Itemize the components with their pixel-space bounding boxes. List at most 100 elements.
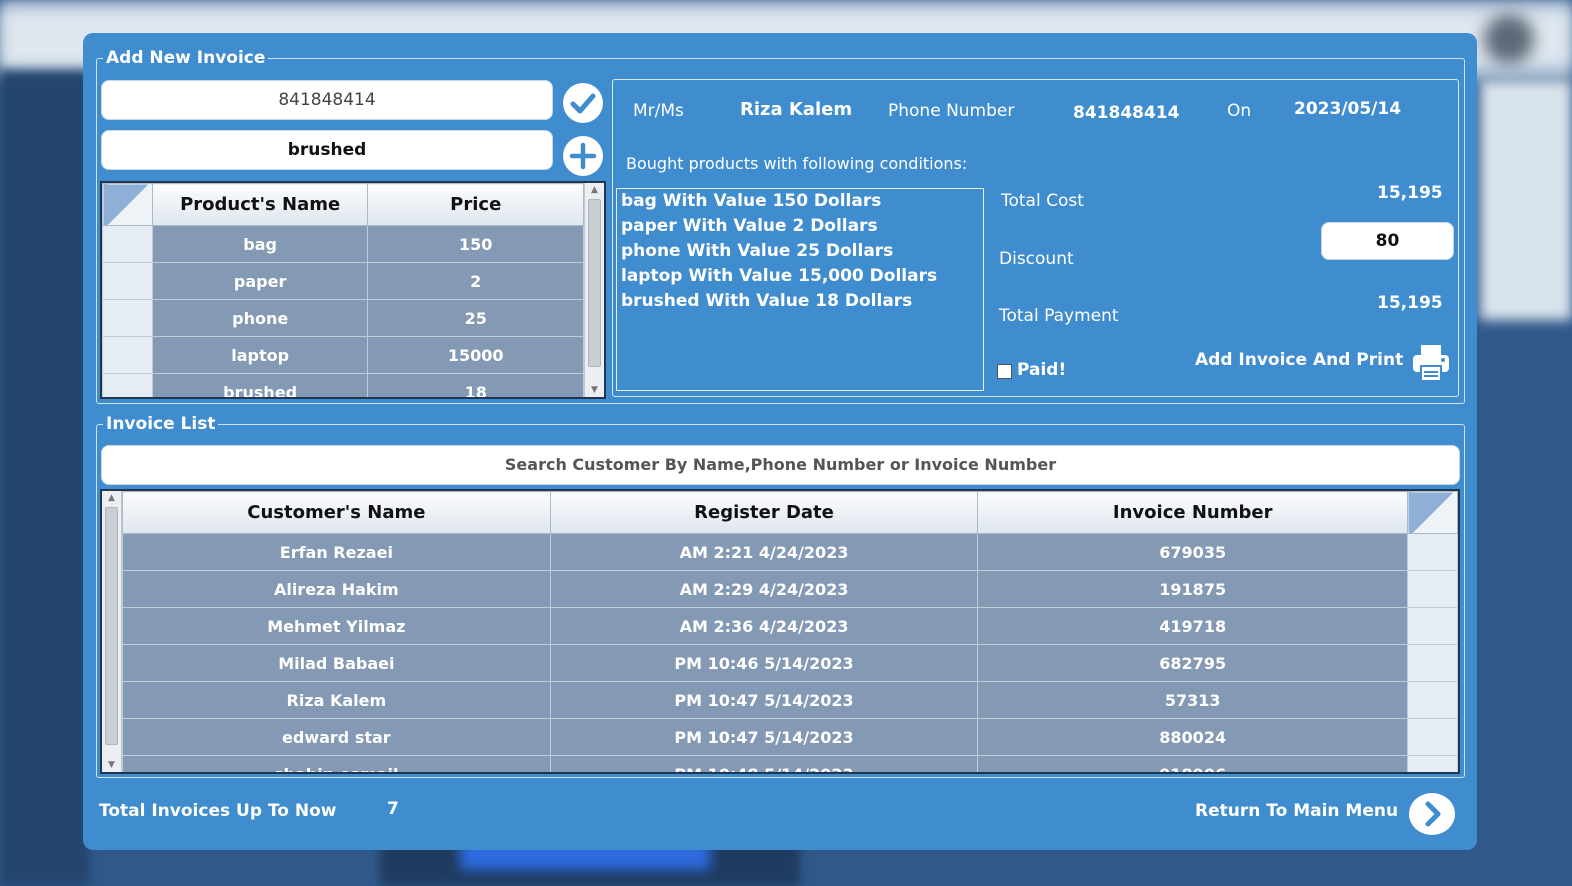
scroll-down-icon[interactable]: ▼ — [102, 758, 121, 772]
plus-icon — [564, 137, 602, 175]
add-invoice-title: Add New Invoice — [103, 47, 269, 69]
row-header[interactable] — [102, 336, 153, 374]
row-header[interactable] — [1407, 607, 1458, 645]
add-invoice-print-label[interactable]: Add Invoice And Print — [1195, 349, 1403, 371]
row-header[interactable] — [102, 262, 153, 300]
bought-products-list[interactable]: bag With Value 150 Dollars paper With Va… — [616, 188, 984, 391]
list-item: laptop With Value 15,000 Dollars — [621, 266, 938, 286]
table-row[interactable]: bag 150 — [102, 225, 584, 263]
table-row[interactable]: edward star PM 10:47 5/14/2023 880024 — [122, 718, 1458, 756]
scroll-down-icon[interactable]: ▼ — [585, 383, 604, 397]
product-input[interactable]: brushed — [101, 130, 553, 170]
invoice-number-cell[interactable]: 682795 — [977, 644, 1409, 682]
scroll-up-icon[interactable]: ▲ — [102, 491, 121, 505]
column-header-product-name[interactable]: Product's Name — [151, 183, 369, 226]
phone-input[interactable]: 841848414 — [101, 80, 553, 120]
scroll-thumb[interactable] — [105, 507, 118, 745]
invoice-number-cell[interactable]: 57313 — [977, 681, 1409, 719]
register-date-cell[interactable]: AM 2:36 4/24/2023 — [549, 607, 979, 645]
customer-name-cell[interactable]: Mehmet Yilmaz — [122, 607, 551, 645]
table-row[interactable]: Erfan Rezaei AM 2:21 4/24/2023 679035 — [122, 533, 1458, 571]
invoices-scrollbar[interactable]: ▲ ▼ — [102, 491, 122, 772]
price-cell[interactable]: 150 — [367, 225, 584, 263]
column-header-invoice-number[interactable]: Invoice Number — [977, 491, 1409, 534]
invoice-number-cell[interactable]: 419718 — [977, 607, 1409, 645]
row-header[interactable] — [102, 225, 153, 263]
scroll-thumb[interactable] — [588, 199, 601, 367]
product-name-cell[interactable]: phone — [151, 299, 369, 337]
conditions-label: Bought products with following condition… — [626, 154, 968, 173]
table-row[interactable]: Alireza Hakim AM 2:29 4/24/2023 191875 — [122, 570, 1458, 608]
customer-name-cell[interactable]: Riza Kalem — [122, 681, 551, 719]
table-row[interactable]: Milad Babaei PM 10:46 5/14/2023 682795 — [122, 644, 1458, 682]
background-blur — [0, 70, 90, 886]
customer-name-cell[interactable]: Alireza Hakim — [122, 570, 551, 608]
return-main-menu-button[interactable] — [1409, 793, 1455, 835]
print-button[interactable] — [1410, 341, 1452, 383]
price-cell[interactable]: 2 — [367, 262, 584, 300]
product-name-cell[interactable]: brushed — [151, 373, 369, 397]
table-row[interactable]: Riza Kalem PM 10:47 5/14/2023 57313 — [122, 681, 1458, 719]
table-row[interactable]: shahin esmail PM 10:48 5/14/2023 918906 — [122, 755, 1458, 772]
table-row[interactable]: Mehmet Yilmaz AM 2:36 4/24/2023 419718 — [122, 607, 1458, 645]
table-row[interactable]: laptop 15000 — [102, 336, 584, 374]
invoice-number-cell[interactable]: 918906 — [977, 755, 1409, 772]
add-product-button[interactable] — [563, 136, 603, 176]
product-name-cell[interactable]: bag — [151, 225, 369, 263]
column-header-price[interactable]: Price — [367, 183, 584, 226]
search-input[interactable]: Search Customer By Name,Phone Number or … — [101, 445, 1460, 485]
paid-checkbox[interactable] — [997, 364, 1012, 379]
table-row[interactable]: brushed 18 — [102, 373, 584, 397]
row-header[interactable] — [102, 373, 153, 397]
products-scrollbar[interactable]: ▲ ▼ — [584, 183, 604, 397]
check-icon — [564, 84, 602, 122]
grid-corner[interactable] — [102, 183, 153, 226]
scroll-up-icon[interactable]: ▲ — [585, 183, 604, 197]
row-header[interactable] — [1407, 570, 1458, 608]
discount-label: Discount — [999, 249, 1074, 269]
row-header[interactable] — [1407, 644, 1458, 682]
row-header[interactable] — [1407, 681, 1458, 719]
invoice-window: Add New Invoice 841848414 brushed Produc… — [83, 33, 1477, 850]
row-header[interactable] — [1407, 533, 1458, 571]
product-name-cell[interactable]: laptop — [151, 336, 369, 374]
register-date-cell[interactable]: AM 2:21 4/24/2023 — [549, 533, 979, 571]
register-date-cell[interactable]: PM 10:47 5/14/2023 — [549, 681, 979, 719]
invoice-number-cell[interactable]: 679035 — [977, 533, 1409, 571]
invoice-number-cell[interactable]: 191875 — [977, 570, 1409, 608]
row-header[interactable] — [102, 299, 153, 337]
column-header-customer-name[interactable]: Customer's Name — [122, 491, 551, 534]
register-date-cell[interactable]: PM 10:47 5/14/2023 — [549, 718, 979, 756]
price-cell[interactable]: 18 — [367, 373, 584, 397]
table-row[interactable]: phone 25 — [102, 299, 584, 337]
return-main-menu-label[interactable]: Return To Main Menu — [1195, 800, 1398, 822]
customer-name-cell[interactable]: Erfan Rezaei — [122, 533, 551, 571]
phone-label: Phone Number — [888, 101, 1015, 121]
discount-input[interactable]: 80 — [1321, 222, 1454, 260]
register-date-cell[interactable]: PM 10:48 5/14/2023 — [549, 755, 979, 772]
row-header[interactable] — [1407, 718, 1458, 756]
printer-icon — [1413, 345, 1449, 382]
register-date-cell[interactable]: PM 10:46 5/14/2023 — [549, 644, 979, 682]
invoice-list-title: Invoice List — [103, 413, 219, 435]
total-cost-value: 15,195 — [1377, 183, 1443, 203]
total-cost-label: Total Cost — [1001, 191, 1084, 211]
price-cell[interactable]: 15000 — [367, 336, 584, 374]
register-date-cell[interactable]: AM 2:29 4/24/2023 — [549, 570, 979, 608]
paid-label: Paid! — [1017, 360, 1067, 380]
customer-name-cell[interactable]: shahin esmail — [122, 755, 551, 772]
background-blur — [1480, 80, 1572, 320]
customer-name-cell[interactable]: edward star — [122, 718, 551, 756]
column-header-register-date[interactable]: Register Date — [549, 491, 979, 534]
confirm-button[interactable] — [563, 83, 603, 123]
product-name-cell[interactable]: paper — [151, 262, 369, 300]
invoices-grid: ▲ ▼ Customer's Name Register Date Invoic… — [100, 489, 1460, 774]
on-label: On — [1227, 101, 1252, 121]
invoice-number-cell[interactable]: 880024 — [977, 718, 1409, 756]
list-item: bag With Value 150 Dollars — [621, 191, 882, 211]
customer-name-cell[interactable]: Milad Babaei — [122, 644, 551, 682]
table-row[interactable]: paper 2 — [102, 262, 584, 300]
grid-corner[interactable] — [1407, 491, 1458, 534]
row-header[interactable] — [1407, 755, 1458, 772]
price-cell[interactable]: 25 — [367, 299, 584, 337]
